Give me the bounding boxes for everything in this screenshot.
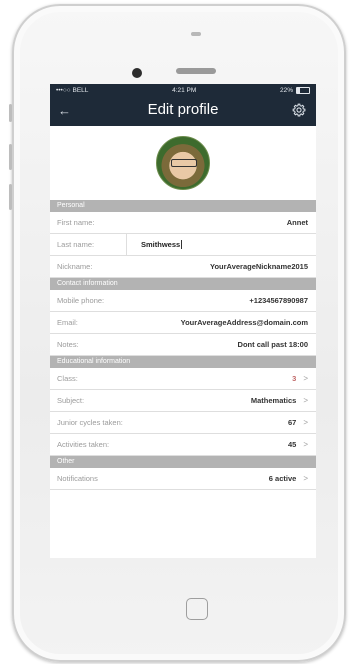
notifications-row[interactable]: Notifications 6 active > <box>50 468 316 490</box>
section-header-personal: Personal <box>50 200 316 212</box>
top-sensor <box>191 32 201 36</box>
page-title: Edit profile <box>147 101 219 118</box>
notes-row[interactable]: Notes: Dont call past 18:00 <box>50 334 316 356</box>
volume-down-button <box>9 184 12 210</box>
carrier-label: •••○○ BELL <box>56 86 89 94</box>
nickname-label: Nickname: <box>57 262 93 271</box>
mute-switch <box>9 104 12 122</box>
section-header-other: Other <box>50 456 316 468</box>
nickname-row[interactable]: Nickname: YourAverageNickname2015 <box>50 256 316 278</box>
last-name-value: Smithwess <box>141 240 181 249</box>
text-caret <box>181 240 183 249</box>
chevron-right-icon[interactable]: > <box>303 474 308 483</box>
mobile-phone-label: Mobile phone: <box>57 296 105 305</box>
notes-value[interactable]: Dont call past 18:00 <box>238 340 308 349</box>
subject-label: Subject: <box>57 396 85 405</box>
section-header-educational: Educational information <box>50 356 316 368</box>
gear-icon[interactable] <box>292 103 306 117</box>
chevron-right-icon[interactable]: > <box>303 418 308 427</box>
last-name-row[interactable]: Last name: Smithwess <box>50 233 316 256</box>
class-row[interactable]: Class: 3 > <box>50 368 316 390</box>
nickname-value[interactable]: YourAverageNickname2015 <box>210 262 308 271</box>
status-bar: •••○○ BELL 4:21 PM 22% <box>50 84 316 96</box>
avatar[interactable] <box>156 136 210 190</box>
chevron-right-icon[interactable]: > <box>303 374 308 383</box>
mobile-phone-row[interactable]: Mobile phone: +1234567890987 <box>50 290 316 312</box>
front-camera <box>132 68 142 78</box>
activities-label: Activities taken: <box>57 440 110 449</box>
battery-percent: 22% <box>279 86 293 94</box>
first-name-label: First name: <box>57 218 95 227</box>
first-name-value[interactable]: Annet <box>287 218 308 227</box>
last-name-label: Last name: <box>57 240 95 249</box>
notifications-label: Notifications <box>57 474 98 483</box>
class-label: Class: <box>57 374 78 383</box>
activities-value: 45 <box>287 440 297 449</box>
home-button[interactable] <box>186 598 208 620</box>
navigation-bar: ← Edit profile <box>50 96 316 126</box>
chevron-right-icon[interactable]: > <box>303 440 308 449</box>
volume-up-button <box>9 144 12 170</box>
junior-cycles-value: 67 <box>287 418 297 427</box>
class-value: 3 <box>292 374 297 383</box>
subject-row[interactable]: Subject: Mathematics > <box>50 390 316 412</box>
battery-status: 22% <box>279 86 310 94</box>
section-header-contact: Contact information <box>50 278 316 290</box>
email-label: Email: <box>57 318 78 327</box>
junior-cycles-row[interactable]: Junior cycles taken: 67 > <box>50 412 316 434</box>
app-screen: •••○○ BELL 4:21 PM 22% ← Edit profile Pe… <box>50 84 316 558</box>
battery-icon <box>296 86 310 94</box>
notes-label: Notes: <box>57 340 79 349</box>
earpiece-speaker <box>176 68 216 74</box>
clock: 4:21 PM <box>172 86 197 94</box>
mobile-phone-value[interactable]: +1234567890987 <box>249 296 308 305</box>
subject-value: Mathematics <box>250 396 297 405</box>
avatar-section <box>50 126 316 200</box>
first-name-row[interactable]: First name: Annet <box>50 212 316 234</box>
chevron-right-icon[interactable]: > <box>303 396 308 405</box>
email-value[interactable]: YourAverageAddress@domain.com <box>181 318 308 327</box>
email-row[interactable]: Email: YourAverageAddress@domain.com <box>50 312 316 334</box>
activities-row[interactable]: Activities taken: 45 > <box>50 434 316 456</box>
last-name-input[interactable]: Smithwess <box>126 233 316 256</box>
notifications-value: 6 active <box>268 474 297 483</box>
junior-cycles-label: Junior cycles taken: <box>57 418 123 427</box>
